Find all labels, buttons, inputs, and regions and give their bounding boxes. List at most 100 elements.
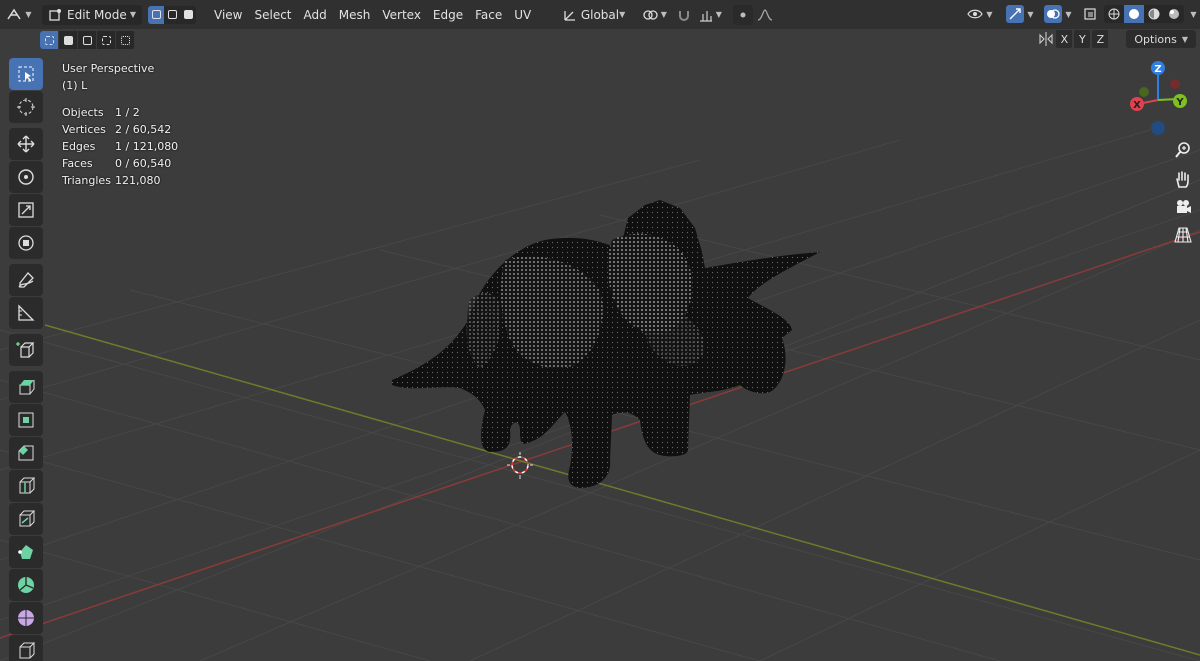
- menu-face[interactable]: Face: [469, 5, 508, 25]
- box-select-mode-group: [40, 31, 135, 49]
- options-label: Options: [1134, 32, 1177, 46]
- snap-target-button[interactable]: ▼: [695, 5, 725, 25]
- viewport-overlay: User Perspective (1) L Objects 1 / 2 Vert…: [62, 60, 178, 189]
- loop-cut-icon[interactable]: [9, 470, 43, 502]
- select-new-icon[interactable]: [40, 31, 59, 49]
- select-intersect-icon[interactable]: [116, 31, 135, 49]
- material-shading-icon[interactable]: [1144, 5, 1164, 23]
- pivot-icon: [643, 9, 658, 20]
- stat-value: 121,080: [115, 174, 161, 187]
- editor-type-button[interactable]: ▼: [0, 5, 38, 25]
- object-name: (1) L: [62, 79, 88, 92]
- poly-build-icon[interactable]: [9, 536, 43, 568]
- gizmo-y-label: Y: [1175, 97, 1184, 108]
- inset-faces-icon[interactable]: [9, 404, 43, 436]
- rotate-icon[interactable]: [9, 161, 43, 193]
- editor-type-icon: [7, 8, 22, 19]
- stat-value: 1 / 2: [115, 106, 140, 119]
- vertex-select-icon[interactable]: [148, 5, 164, 24]
- gizmo-icon: [1006, 5, 1025, 23]
- transform-orientation-dropdown[interactable]: Global ▼: [557, 5, 631, 25]
- mirror-z-button[interactable]: Z: [1092, 30, 1109, 48]
- snap-toggle[interactable]: [673, 5, 695, 25]
- spin-icon[interactable]: [9, 569, 43, 601]
- overlays-icon: [1044, 5, 1063, 23]
- move-icon[interactable]: [9, 128, 43, 160]
- ortho-toggle-button[interactable]: [1170, 222, 1196, 248]
- edge-select-icon[interactable]: [164, 6, 180, 24]
- eye-icon: [967, 9, 984, 19]
- solid-shading-icon[interactable]: [1124, 5, 1144, 23]
- options-dropdown[interactable]: Options ▼: [1126, 30, 1196, 48]
- 3d-viewport[interactable]: [0, 0, 1200, 661]
- cursor-icon[interactable]: [9, 91, 43, 123]
- gizmo-toggle[interactable]: ▼: [1004, 4, 1036, 24]
- face-select-icon[interactable]: [180, 6, 196, 24]
- knife-icon[interactable]: [9, 503, 43, 535]
- menu-mesh[interactable]: Mesh: [333, 5, 377, 25]
- overlays-toggle[interactable]: ▼: [1042, 4, 1074, 24]
- stat-row: Triangles 121,080: [62, 172, 178, 189]
- navigation-gizmo[interactable]: Z X Y: [1120, 58, 1196, 138]
- gizmo-neg-z-handle: [1151, 121, 1165, 135]
- select-extend-icon[interactable]: [59, 31, 78, 49]
- stat-value: 0 / 60,540: [115, 157, 172, 170]
- menu-view[interactable]: View: [208, 5, 248, 25]
- camera-icon: [1177, 200, 1191, 213]
- hand-icon: [1176, 171, 1189, 188]
- mirror-icon: [1039, 32, 1053, 46]
- zoom-button[interactable]: [1170, 137, 1196, 163]
- gizmo-x-label: X: [1133, 100, 1141, 111]
- snap-grid-icon: [699, 10, 712, 22]
- smooth-icon[interactable]: [9, 602, 43, 634]
- stat-value: 1 / 121,080: [115, 140, 179, 153]
- xray-toggle[interactable]: [1080, 4, 1100, 24]
- menu-edge[interactable]: Edge: [427, 5, 469, 25]
- select-mode-group: [148, 5, 196, 24]
- shading-options-button[interactable]: ▼: [1184, 4, 1200, 24]
- stat-label: Faces: [62, 157, 93, 170]
- select-invert-icon[interactable]: [97, 31, 116, 49]
- mirror-axis-row: X Y Z Options ▼: [1038, 30, 1196, 48]
- select-box-icon[interactable]: [9, 58, 43, 90]
- rendered-shading-icon[interactable]: [1164, 5, 1184, 23]
- bevel-icon[interactable]: [9, 437, 43, 469]
- proportional-edit-toggle[interactable]: [733, 4, 754, 25]
- stat-row: Vertices 2 / 60,542: [62, 121, 178, 138]
- scene-canvas[interactable]: [0, 0, 1200, 661]
- annotate-icon[interactable]: [9, 264, 43, 296]
- falloff-button[interactable]: [753, 5, 777, 25]
- menu-add[interactable]: Add: [298, 5, 333, 25]
- xray-icon: [1084, 8, 1096, 20]
- edge-slide-icon[interactable]: [9, 635, 43, 661]
- stat-row: Edges 1 / 121,080: [62, 138, 178, 155]
- mode-label: Edit Mode: [67, 7, 127, 22]
- mode-dropdown[interactable]: Edit Mode ▼: [42, 4, 142, 25]
- stat-label: Edges: [62, 140, 96, 153]
- extrude-region-icon[interactable]: [9, 371, 43, 403]
- magnet-icon: [679, 10, 690, 21]
- view-name: User Perspective: [62, 62, 155, 75]
- pan-button[interactable]: [1170, 166, 1196, 192]
- menu-select[interactable]: Select: [248, 5, 297, 25]
- grid-perspective-icon: [1174, 227, 1192, 243]
- gizmo-neg-y-handle: [1170, 79, 1180, 89]
- measure-icon[interactable]: [9, 297, 43, 329]
- pivot-point-button[interactable]: ▼: [639, 5, 669, 25]
- wireframe-shading-icon[interactable]: [1104, 5, 1124, 23]
- triceratops-mesh: [392, 200, 820, 488]
- mirror-x-button[interactable]: X: [1056, 30, 1073, 48]
- menu-vertex[interactable]: Vertex: [376, 5, 427, 25]
- transform-icon[interactable]: [9, 227, 43, 259]
- visibility-button[interactable]: ▼: [964, 4, 996, 24]
- stat-row: Objects 1 / 2: [62, 104, 178, 121]
- select-subtract-icon[interactable]: [78, 31, 97, 49]
- shading-group: [1104, 5, 1184, 23]
- camera-view-button[interactable]: [1170, 194, 1196, 220]
- scale-icon[interactable]: [9, 194, 43, 226]
- mirror-y-button[interactable]: Y: [1074, 30, 1091, 48]
- gizmo-z-label: Z: [1154, 64, 1161, 75]
- menu-uv[interactable]: UV: [508, 5, 537, 25]
- stat-label: Vertices: [62, 123, 106, 136]
- add-cube-icon[interactable]: [9, 334, 43, 366]
